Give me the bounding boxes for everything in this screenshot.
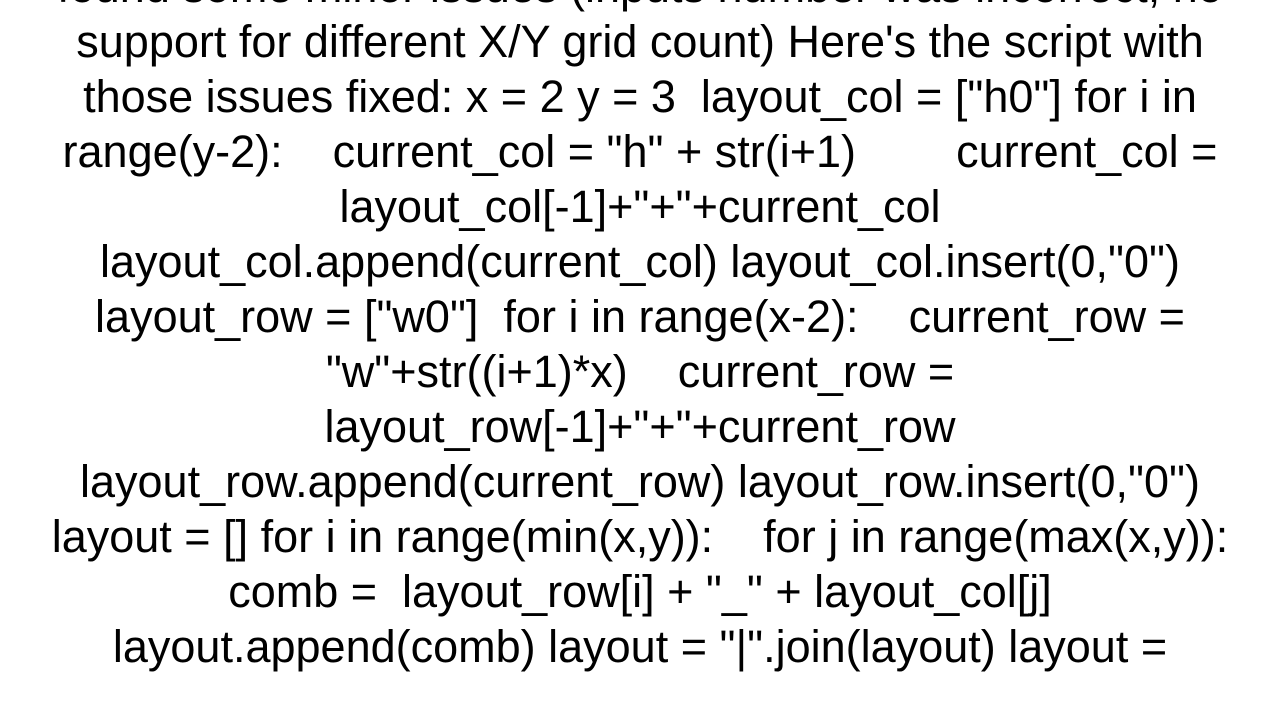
text-viewport: found some minor issues (inputs number w…	[0, 0, 1280, 720]
answer-body-text: found some minor issues (inputs number w…	[51, 0, 1229, 672]
